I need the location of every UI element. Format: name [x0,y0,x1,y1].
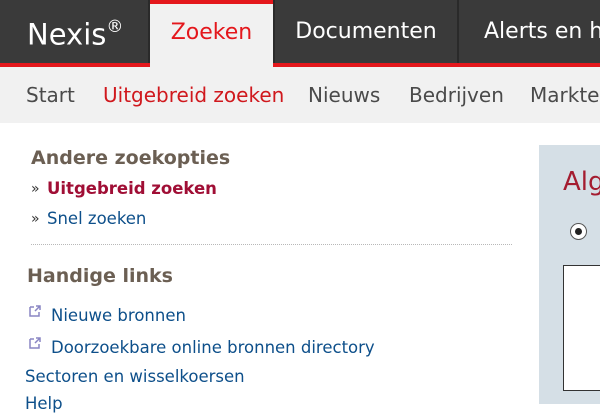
sub-navigation-bar: Start Uitgebreid zoeken Nieuws Bedrijven… [0,67,600,123]
subnav-item-nieuws[interactable]: Nieuws [308,81,380,109]
external-link-icon [29,337,41,349]
search-option-uitgebreid-zoeken[interactable]: Uitgebreid zoeken [47,178,217,200]
handy-link-help[interactable]: Help [25,393,63,415]
subnav-item-markten[interactable]: Markte [530,81,599,109]
handy-link-sectoren-wisselkoersen[interactable]: Sectoren en wisselkoersen [25,366,245,388]
search-query-textarea[interactable] [563,265,600,391]
handy-link-nieuwe-bronnen[interactable]: Nieuwe bronnen [51,305,186,327]
tab-divider [457,0,459,63]
search-mode-radio[interactable] [570,223,587,240]
subnav-item-bedrijven[interactable]: Bedrijven [409,81,504,109]
subnav-item-uitgebreid-zoeken[interactable]: Uitgebreid zoeken [103,81,284,109]
radio-selected-dot [575,228,582,235]
handy-links-title: Handige links [27,265,173,287]
subnav-item-start[interactable]: Start [26,81,75,109]
chevron-right-icon: » [31,181,40,197]
chevron-right-icon: » [31,211,40,227]
tab-zoeken[interactable]: Zoeken [150,0,273,63]
search-option-snel-zoeken[interactable]: Snel zoeken [47,208,146,230]
nexis-logo[interactable]: Nexis® [27,11,123,53]
handy-link-online-bronnen-directory[interactable]: Doorzoekbare online bronnen directory [51,337,375,359]
tab-alerts[interactable]: Alerts en hi [460,0,600,63]
section-separator [31,244,512,245]
brand-name: Nexis [27,17,107,52]
registered-mark: ® [106,17,124,37]
search-options-title: Andere zoekopties [31,147,231,169]
tab-documenten[interactable]: Documenten [276,0,456,63]
tab-divider [273,0,275,63]
external-link-icon [29,305,41,317]
search-form-title: Alg [563,167,600,197]
